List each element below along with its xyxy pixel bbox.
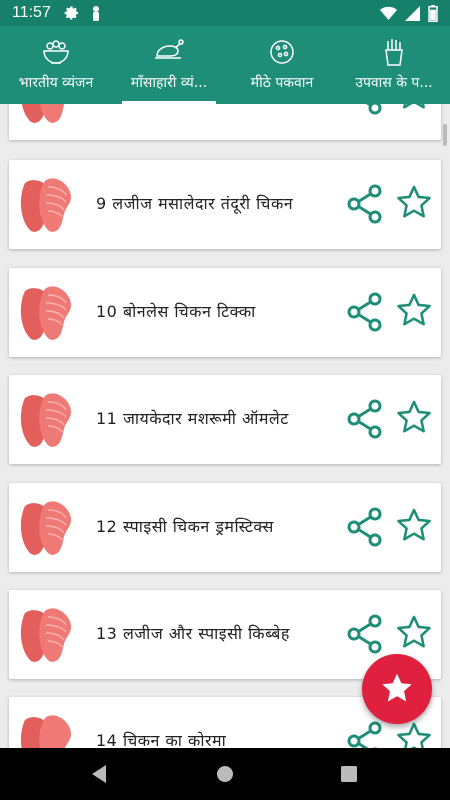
fish-steak-icon	[20, 286, 71, 340]
recipe-title: 9 लजीज मसालेदार तंदूरी चिकन	[96, 194, 294, 213]
scrollbar[interactable]	[443, 124, 447, 146]
star-icon[interactable]	[395, 104, 433, 112]
recipe-card[interactable]: 12 स्पाइसी चिकन ड्रमस्टिक्स	[9, 483, 441, 572]
tab-label: माँसाहारी व्यं...	[130, 75, 208, 91]
tab-sweets[interactable]: मीठे पकवान	[226, 26, 338, 104]
person-icon	[93, 6, 99, 21]
share-icon[interactable]	[346, 104, 384, 115]
fish-steak-icon	[20, 501, 71, 555]
battery-icon	[428, 5, 438, 22]
system-navigation-bar	[0, 748, 450, 800]
share-icon[interactable]	[346, 399, 384, 439]
recipe-card[interactable]: 9 लजीज मसालेदार तंदूरी चिकन	[9, 160, 441, 249]
share-icon[interactable]	[346, 614, 384, 654]
tab-label: भारतीय व्यंजन	[18, 75, 94, 91]
share-icon[interactable]	[346, 292, 384, 332]
star-icon[interactable]	[395, 183, 433, 221]
tab-label: उपवास के प...	[355, 75, 433, 91]
recipe-title: 14 चिकन का कोरमा	[96, 731, 227, 748]
tab-indian-dishes[interactable]: भारतीय व्यंजन	[0, 26, 112, 104]
fish-steak-icon	[20, 715, 71, 748]
recipe-list[interactable]: 8 9 लजीज मसालेदार तंदूरी चिकन 10 बोनलेस …	[0, 104, 450, 748]
back-icon[interactable]	[90, 764, 108, 784]
tab-non-veg[interactable]: माँसाहारी व्यं...	[112, 26, 226, 104]
recipe-title: 10 बोनलेस चिकन टिक्का	[96, 302, 256, 321]
home-icon[interactable]	[216, 764, 234, 784]
star-icon[interactable]	[395, 720, 433, 748]
recipe-title: 11 जायकेदार मशरूमी ऑमलेट	[96, 409, 289, 428]
tab-label: मीठे पकवान	[250, 75, 314, 91]
salad-bowl-icon	[43, 40, 69, 64]
tab-fasting[interactable]: उपवास के प...	[338, 26, 450, 104]
recipe-card[interactable]: 8	[9, 104, 441, 140]
share-icon[interactable]	[346, 721, 384, 748]
share-icon[interactable]	[346, 184, 384, 224]
fish-steak-icon	[20, 393, 71, 447]
recipe-title: 12 स्पाइसी चिकन ड्रमस्टिक्स	[96, 517, 274, 536]
star-icon[interactable]	[395, 291, 433, 329]
star-icon[interactable]	[395, 613, 433, 651]
cookie-icon	[270, 40, 294, 64]
fish-steak-icon	[21, 104, 65, 123]
fish-steak-icon	[20, 608, 71, 662]
share-icon[interactable]	[346, 507, 384, 547]
category-tab-bar: भारतीय व्यंजन माँसाहारी व्यं... मीठे पकव…	[0, 26, 450, 104]
fish-steak-icon	[20, 178, 71, 232]
favorites-fab-button[interactable]	[362, 654, 432, 724]
star-icon[interactable]	[395, 398, 433, 436]
wifi-icon	[380, 6, 397, 20]
recents-icon[interactable]	[340, 764, 358, 784]
status-time: 11:57	[12, 4, 51, 21]
fries-icon	[385, 39, 403, 66]
signal-icon	[405, 6, 420, 21]
star-icon	[382, 673, 412, 702]
status-bar: 11:57	[0, 0, 450, 26]
star-icon[interactable]	[395, 506, 433, 544]
roast-chicken-icon	[155, 39, 184, 59]
settings-icon	[64, 6, 78, 20]
recipe-card[interactable]: 11 जायकेदार मशरूमी ऑमलेट	[9, 375, 441, 464]
recipe-title: 13 लजीज और स्पाइसी किब्बेह	[96, 624, 290, 643]
recipe-card[interactable]: 10 बोनलेस चिकन टिक्का	[9, 268, 441, 357]
